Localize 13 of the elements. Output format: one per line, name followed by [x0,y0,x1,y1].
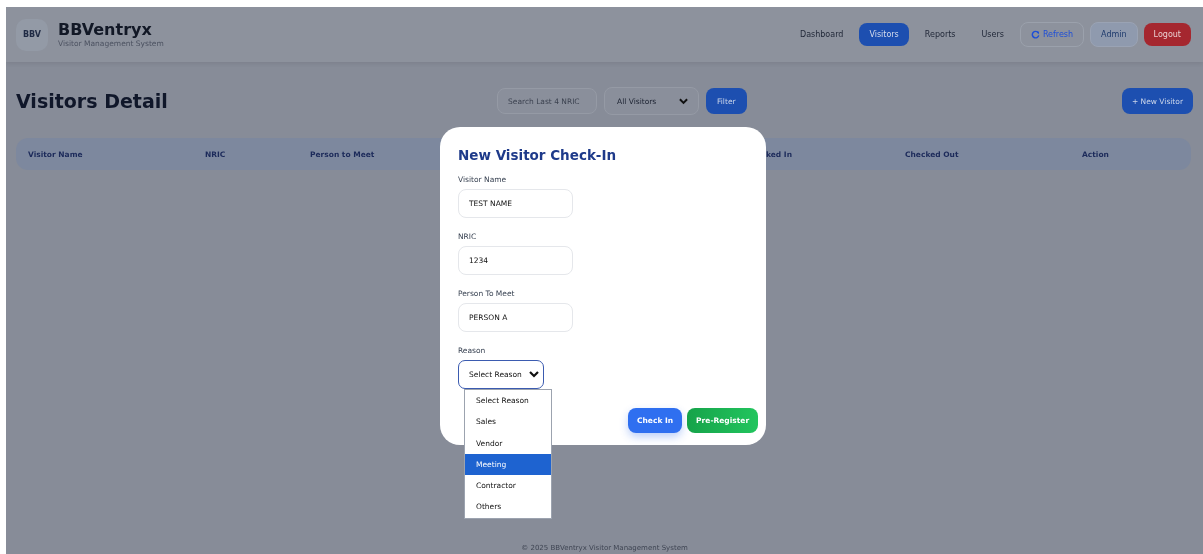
nav-tab[interactable]: Visitors [859,23,909,46]
page-title: Visitors Detail [16,90,169,112]
refresh-icon [1030,30,1040,39]
nav-tab[interactable]: Reports [914,23,966,46]
logo: BBV [16,18,48,51]
chevron-down-icon [529,371,539,378]
nav-tab[interactable]: Users [971,23,1014,46]
admin-button[interactable]: Admin [1090,22,1138,47]
nav-tab[interactable]: Dashboard [790,23,854,46]
logout-button[interactable]: Logout [1143,23,1191,46]
chevron-down-icon [679,97,688,105]
app-title: BBVentryx [58,21,153,39]
modal-title: New Visitor Check-In [458,147,618,163]
